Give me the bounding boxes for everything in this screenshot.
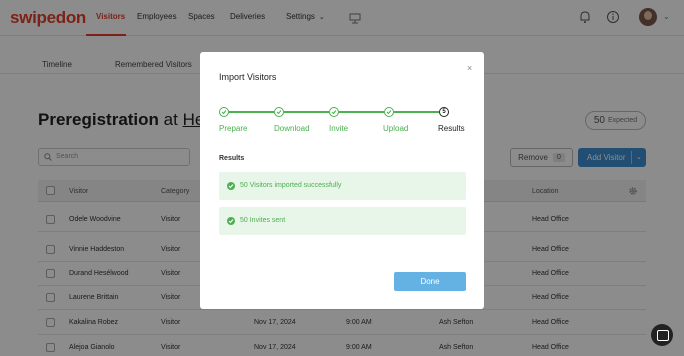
step-connector [339, 111, 384, 113]
result-message: 50 Visitors imported successfully [219, 172, 466, 200]
import-visitors-modal: Import Visitors × 5 Prepare Download Inv… [200, 52, 484, 309]
step-invite-check-icon [329, 107, 339, 117]
results-heading: Results [219, 155, 245, 162]
modal-title: Import Visitors [219, 72, 277, 82]
result-text: 50 Invites sent [240, 217, 286, 224]
step-label-download: Download [274, 124, 310, 133]
step-label-prepare: Prepare [219, 124, 248, 133]
success-check-icon [227, 217, 235, 225]
step-label-results: Results [438, 124, 465, 133]
result-text: 50 Visitors imported successfully [240, 182, 342, 189]
step-connector [229, 111, 274, 113]
step-connector [394, 111, 439, 113]
done-button[interactable]: Done [394, 272, 466, 291]
step-prepare-check-icon [219, 107, 229, 117]
step-connector [284, 111, 329, 113]
chat-icon[interactable] [651, 324, 673, 346]
result-message: 50 Invites sent [219, 207, 466, 235]
step-label-invite: Invite [329, 124, 349, 133]
success-check-icon [227, 182, 235, 190]
step-results-number: 5 [439, 107, 449, 117]
step-label-upload: Upload [383, 124, 409, 133]
step-upload-check-icon [384, 107, 394, 117]
close-icon[interactable]: × [467, 63, 472, 73]
step-download-check-icon [274, 107, 284, 117]
